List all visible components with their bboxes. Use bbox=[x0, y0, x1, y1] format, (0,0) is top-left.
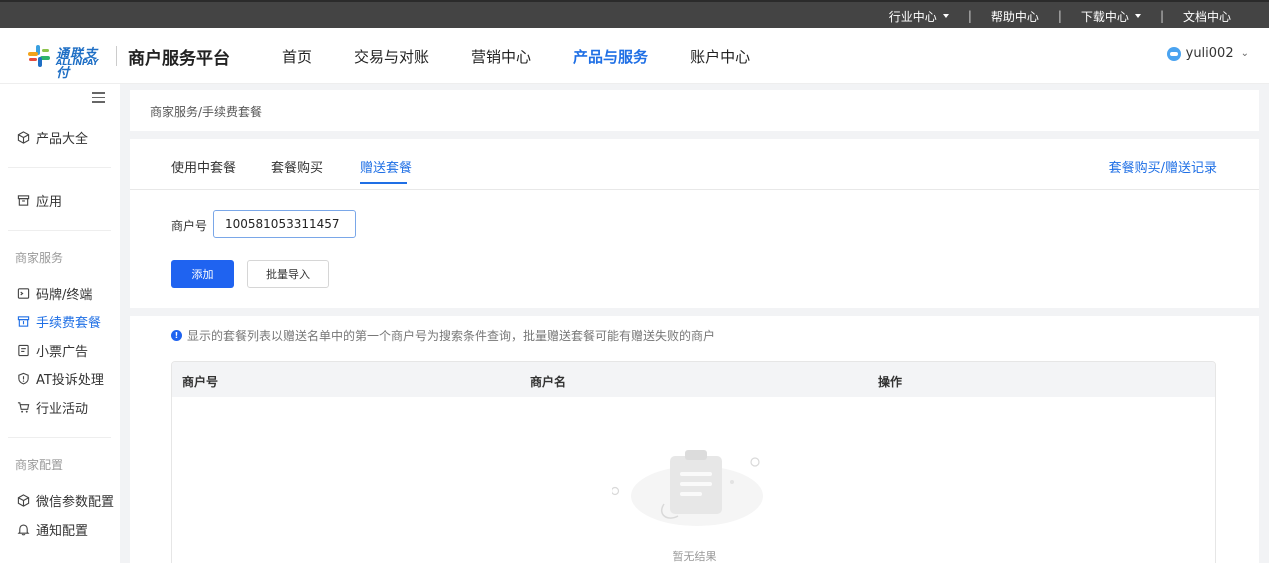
active-tab-indicator bbox=[360, 182, 407, 184]
sidebar-item-fee-package[interactable]: 手续费套餐 bbox=[16, 312, 101, 331]
sidebar-divider bbox=[8, 230, 111, 231]
platform-title: 商户服务平台 bbox=[128, 49, 230, 69]
sidebar-group-merchant-config: 商家配置 bbox=[15, 458, 64, 472]
download-center-link[interactable]: 下载中心 bbox=[1081, 8, 1141, 25]
package-table: 商户号 商户名 操作 暂无结果 bbox=[171, 361, 1216, 563]
caret-down-icon bbox=[942, 14, 949, 18]
sidebar-item-terminal[interactable]: 码牌/终端 bbox=[16, 284, 92, 303]
package-list-panel: ! 显示的套餐列表以赠送名单中的第一个商户号为搜索条件查询，批量赠送套餐可能有赠… bbox=[130, 316, 1259, 563]
cube-icon bbox=[16, 131, 30, 145]
receipt-icon bbox=[16, 344, 30, 358]
column-merchant-name: 商户名 bbox=[530, 375, 567, 389]
package-icon bbox=[16, 315, 30, 329]
sidebar-item-receipt-ad[interactable]: 小票广告 bbox=[16, 341, 88, 360]
sidebar-item-complaint[interactable]: AT投诉处理 bbox=[16, 369, 104, 388]
sidebar-item-products[interactable]: 产品大全 bbox=[16, 128, 88, 147]
nav-transactions[interactable]: 交易与对账 bbox=[354, 46, 429, 67]
help-center-link[interactable]: 帮助中心 bbox=[991, 8, 1039, 25]
sidebar-item-industry-activity[interactable]: 行业活动 bbox=[16, 398, 88, 417]
main-header: 通联支付 ALLINPAY 商户服务平台 首页 交易与对账 营销中心 产品与服务… bbox=[0, 28, 1269, 84]
sidebar-divider bbox=[8, 437, 111, 438]
nav-home[interactable]: 首页 bbox=[282, 46, 312, 67]
cube-icon bbox=[16, 494, 30, 508]
purchase-gift-record-link[interactable]: 套餐购买/赠送记录 bbox=[1109, 157, 1217, 176]
add-button[interactable]: 添加 bbox=[171, 260, 234, 288]
sidebar-item-apps[interactable]: 应用 bbox=[16, 191, 62, 210]
caret-down-icon bbox=[1134, 14, 1141, 18]
logo-subtext: ALLINPAY bbox=[56, 58, 99, 67]
tab-purchase[interactable]: 套餐购买 bbox=[271, 157, 323, 176]
menu-toggle-icon[interactable] bbox=[92, 92, 105, 103]
utility-links: 行业中心 | 帮助中心 | 下载中心 | 文档中心 bbox=[889, 2, 1231, 30]
separator: | bbox=[1057, 9, 1062, 23]
notice: ! 显示的套餐列表以赠送名单中的第一个商户号为搜索条件查询，批量赠送套餐可能有赠… bbox=[171, 327, 715, 344]
sidebar: 产品大全 应用 商家服务 码牌/终端 手续费套餐 小票广告 AT投诉处理 行业活… bbox=[0, 84, 120, 563]
empty-text: 暂无结果 bbox=[672, 550, 717, 563]
sidebar-divider bbox=[8, 167, 111, 168]
terminal-icon bbox=[16, 287, 30, 301]
nav-marketing[interactable]: 营销中心 bbox=[471, 46, 531, 67]
separator: | bbox=[1159, 9, 1164, 23]
allinpay-logo-icon bbox=[28, 45, 50, 67]
avatar-icon bbox=[1166, 46, 1181, 61]
info-icon: ! bbox=[171, 330, 182, 341]
notice-text: 显示的套餐列表以赠送名单中的第一个商户号为搜索条件查询，批量赠送套餐可能有赠送失… bbox=[187, 329, 716, 343]
shield-icon bbox=[16, 372, 30, 386]
top-utility-bar: 行业中心 | 帮助中心 | 下载中心 | 文档中心 bbox=[0, 0, 1269, 28]
user-menu[interactable]: yuli002 ⌄ bbox=[1166, 46, 1249, 61]
empty-clipboard-icon bbox=[612, 450, 763, 526]
doc-center-link[interactable]: 文档中心 bbox=[1183, 8, 1231, 25]
gift-package-panel: 使用中套餐 套餐购买 赠送套餐 套餐购买/赠送记录 商户号 添加 批量导入 bbox=[130, 139, 1259, 308]
chevron-down-icon: ⌄ bbox=[1240, 48, 1249, 59]
table-header: 商户号 商户名 操作 bbox=[172, 362, 1215, 397]
merchant-id-label: 商户号 bbox=[171, 219, 208, 233]
username: yuli002 bbox=[1185, 46, 1234, 61]
header-divider bbox=[116, 46, 117, 66]
column-actions: 操作 bbox=[878, 375, 903, 389]
batch-import-button[interactable]: 批量导入 bbox=[247, 260, 329, 288]
sidebar-group-merchant-service: 商家服务 bbox=[15, 251, 64, 265]
separator: | bbox=[967, 9, 972, 23]
sidebar-item-wechat-config[interactable]: 微信参数配置 bbox=[16, 491, 114, 510]
breadcrumb-text[interactable]: 商家服务/手续费套餐 bbox=[150, 103, 262, 120]
merchant-id-input[interactable] bbox=[213, 210, 356, 238]
main-nav: 首页 交易与对账 营销中心 产品与服务 账户中心 bbox=[282, 28, 792, 84]
tab-gift[interactable]: 赠送套餐 bbox=[360, 157, 412, 176]
box-icon bbox=[16, 194, 30, 208]
sidebar-item-notify-config[interactable]: 通知配置 bbox=[16, 520, 88, 539]
cart-icon bbox=[16, 401, 30, 415]
tab-in-use[interactable]: 使用中套餐 bbox=[171, 157, 236, 176]
allinpay-logo[interactable]: 通联支付 ALLINPAY bbox=[26, 42, 108, 81]
column-merchant-id: 商户号 bbox=[182, 375, 219, 389]
breadcrumb: 商家服务/手续费套餐 bbox=[130, 90, 1259, 131]
industry-center-link[interactable]: 行业中心 bbox=[889, 8, 949, 25]
tab-bar: 使用中套餐 套餐购买 赠送套餐 套餐购买/赠送记录 bbox=[130, 139, 1259, 190]
nav-account[interactable]: 账户中心 bbox=[690, 46, 750, 67]
nav-products[interactable]: 产品与服务 bbox=[573, 46, 648, 67]
bell-icon bbox=[16, 523, 30, 537]
